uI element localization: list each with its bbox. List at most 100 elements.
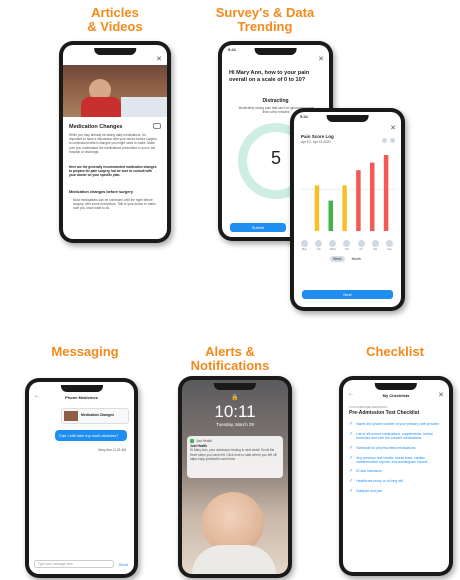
day-dot-icon (329, 240, 337, 247)
checkmark-icon: ✓ (349, 431, 354, 437)
survey-question: Hi Mary Ann, how to your pain overall on… (229, 70, 310, 83)
notch (94, 48, 136, 55)
articles-screen: ✕ Medication Changes While you may alrea… (63, 45, 167, 239)
close-icon[interactable]: ✕ (438, 391, 444, 399)
week-month-toggle: Week Month (330, 256, 364, 262)
chart-bar (370, 162, 375, 231)
checklist-item-text: ID and insurance (356, 469, 382, 474)
day-selector-row: Mon Tue Wed Thu Fri Sat Sun (301, 240, 393, 251)
article-intro: While you may already be taking daily me… (69, 133, 157, 154)
pain-log-date-range: Apr 10 - Apr 16 2020 (301, 140, 331, 144)
lock-icon: 🔒 (231, 395, 239, 401)
share-icon[interactable] (153, 123, 161, 129)
day-selector[interactable]: Sat (371, 240, 379, 251)
checklist-item[interactable]: ✓ Schedule for all prescribed medications (349, 444, 443, 451)
notch (60, 385, 103, 392)
day-dot-icon (385, 240, 393, 247)
day-selector[interactable]: Fri (357, 240, 365, 251)
baby-body (192, 545, 276, 574)
close-icon[interactable]: ✕ (390, 124, 396, 132)
checkmark-icon: ✓ (349, 454, 354, 461)
day-selector[interactable]: Tue (315, 240, 323, 251)
status-time: 9:41 (300, 114, 309, 119)
caption-survey: Survey's & Data Trending (215, 5, 315, 34)
checklist-item[interactable]: ✓ Name and phone number of your primary c… (349, 422, 443, 427)
day-selector[interactable]: Thu (343, 240, 351, 251)
message-bubble: Can I still take my multi-vitamins? (55, 430, 127, 441)
caption-checklist: Checklist (366, 344, 424, 359)
day-dot-icon (357, 240, 365, 247)
caption-alerts: Alerts & Notifications (190, 344, 270, 373)
checklist-header: My Checklists (382, 393, 410, 398)
notification-card[interactable]: Just Health Just Health Hi Mary Ann, you… (187, 436, 283, 478)
checklist-item-text: Name and phone number of your primary ca… (356, 422, 439, 426)
chart-bar (342, 185, 347, 231)
article-subhead: Medication changes before surgery (69, 190, 133, 194)
day-label: Tue (316, 248, 321, 251)
day-label: Thu (344, 248, 350, 251)
app-icon (190, 439, 194, 444)
close-icon[interactable]: ✕ (318, 55, 324, 63)
status-time: 9:41 (228, 47, 237, 52)
day-selector[interactable]: Mon (301, 240, 308, 251)
close-icon[interactable]: ✕ (156, 55, 162, 63)
caption-messaging: Messaging (51, 344, 119, 359)
article-bold-text: Here are the generally recommended medic… (69, 165, 157, 178)
alerts-screen: 🔒 10:11 Tuesday, March 29 Just Health Ju… (182, 380, 288, 574)
day-label: Sun (387, 248, 392, 251)
checkmark-icon: ✓ (349, 468, 354, 475)
checklist-screen: ← My Checklists ✕ 5 DAYS BEFORE ADMISSIO… (343, 380, 449, 572)
checklist-title: Pre-Admission Test Checklist (349, 410, 420, 416)
checkmark-icon: ✓ (349, 421, 354, 427)
message-input[interactable]: Type your message here (34, 560, 114, 568)
checkmark-icon: ✓ (349, 478, 354, 485)
person-shirt (81, 97, 121, 117)
checklist-item[interactable]: ✓ List of all current medications, supple… (349, 432, 443, 441)
checklist-items: ✓ Name and phone number of your primary c… (349, 422, 443, 499)
notch (374, 383, 418, 390)
table-surface (121, 97, 167, 117)
checklist-item[interactable]: ✓ ID and insurance (349, 469, 443, 474)
phone-checklist: ← My Checklists ✕ 5 DAYS BEFORE ADMISSIO… (339, 376, 453, 576)
toggle-month[interactable]: Month (349, 256, 364, 262)
chart-bar (383, 155, 389, 231)
checklist-item-text: Notepad and pen (356, 489, 383, 494)
notification-body: Hi Mary Ann, your admission testing is n… (190, 448, 278, 461)
phone-alerts: 🔒 10:11 Tuesday, March 29 Just Health Ju… (178, 376, 292, 578)
day-label: Mon (301, 248, 308, 251)
messaging-screen: ← Phone Medicines Medication Changes Can… (29, 382, 134, 574)
checklist-item-text: List of all current medications, supplem… (356, 432, 433, 441)
day-selector[interactable]: Sun (385, 240, 393, 251)
checklist-item[interactable]: ✓ Any previous test results: stress tests… (349, 454, 443, 465)
notification-app-name: Just Health (196, 439, 212, 443)
checkmark-icon: ✓ (349, 444, 354, 451)
chart-bar (356, 170, 361, 231)
pain-level-label: Distracting (262, 98, 289, 104)
day-label: Sat (373, 248, 378, 251)
article-thumbnail (64, 411, 78, 421)
notch (254, 48, 297, 55)
next-arrow-icon[interactable] (390, 138, 395, 143)
shared-article-card[interactable]: Medication Changes (61, 408, 129, 424)
pain-score-chart (300, 155, 397, 231)
lockscreen-time: 10:11 (214, 402, 256, 421)
day-selector[interactable]: Wed (329, 240, 337, 251)
message-sent-time: Mary Ann 11:21 AM (98, 448, 126, 452)
phone-articles: ✕ Medication Changes While you may alrea… (59, 41, 171, 243)
day-dot-icon (371, 240, 379, 247)
prev-arrow-icon[interactable] (382, 138, 387, 143)
submit-button[interactable]: Submit (230, 223, 286, 232)
checklist-small-label: 5 DAYS BEFORE ADMISSION (349, 405, 388, 409)
day-dot-icon (343, 240, 351, 247)
toggle-week[interactable]: Week (330, 256, 345, 262)
article-video-thumbnail[interactable] (63, 65, 167, 117)
notch (213, 383, 257, 390)
next-button[interactable]: Next (302, 290, 393, 299)
caption-articles: Articles & Videos (87, 5, 143, 34)
pain-log-screen: 9:41 ✕ Pain Score Log Apr 10 - Apr 16 20… (294, 112, 401, 307)
day-dot-icon (315, 240, 323, 247)
notch (326, 115, 369, 122)
send-button[interactable]: Send (119, 562, 128, 567)
checklist-item[interactable]: ✓ Notepad and pen (349, 489, 443, 494)
checklist-item[interactable]: ✓ Healthcare proxy or a living will (349, 479, 443, 484)
